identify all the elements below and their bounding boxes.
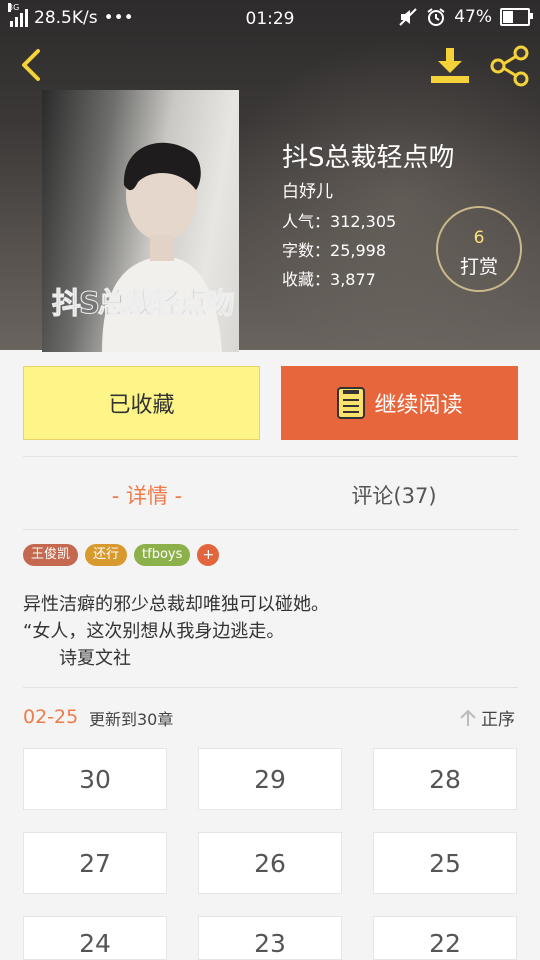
tip-count: 6 (473, 228, 485, 248)
stat-popularity: 人气：312,305 (282, 212, 397, 231)
tag-list: 王俊凯 还行 tfboys + (23, 544, 220, 566)
book-author[interactable]: 白妤儿 (282, 177, 333, 202)
add-tag-button[interactable]: + (197, 544, 220, 566)
battery-icon (500, 8, 533, 26)
chapter-button[interactable]: 25 (373, 832, 517, 894)
book-cover: 抖S总裁轻点吻 (42, 90, 239, 352)
tab-detail[interactable]: - 详情 - (23, 480, 271, 510)
arrow-up-icon (460, 709, 476, 726)
description-line: 异性洁癖的邪少总裁却唯独可以碰她。 (23, 594, 329, 615)
tag[interactable]: tfboys (134, 544, 191, 566)
tag[interactable]: 王俊凯 (23, 544, 79, 566)
tag[interactable]: 还行 (85, 544, 128, 566)
divider (23, 529, 518, 530)
mute-icon (399, 8, 417, 26)
favorited-label: 已收藏 (108, 393, 175, 418)
sort-order-button[interactable]: 正序 (459, 705, 515, 730)
tip-button[interactable]: 6 打赏 (436, 206, 522, 292)
book-title: 抖S总裁轻点吻 (282, 143, 455, 173)
chapter-button[interactable]: 27 (23, 832, 167, 894)
back-icon[interactable] (12, 45, 52, 85)
tab-comments[interactable]: 评论(37) (270, 480, 518, 510)
status-bar: 3G 28.5K/s ••• 01:29 47% (0, 0, 540, 38)
alarm-icon (427, 8, 445, 26)
favorited-button[interactable]: 已收藏 (23, 366, 260, 440)
tip-label: 打赏 (459, 256, 498, 278)
battery-percent: 47% (454, 7, 492, 27)
stat-favorites: 收藏：3,877 (282, 270, 376, 289)
update-date: 02-25 (23, 706, 79, 728)
continue-reading-button[interactable]: 继续阅读 (281, 366, 518, 440)
description-line: 诗夏文社 (59, 648, 131, 669)
cover-title: 抖S总裁轻点吻 (52, 286, 236, 321)
chapter-button[interactable]: 22 (373, 916, 517, 960)
chapter-button[interactable]: 26 (198, 832, 342, 894)
continue-reading-label: 继续阅读 (374, 393, 463, 418)
share-icon[interactable] (488, 44, 532, 88)
stat-word-count: 字数：25,998 (282, 241, 386, 260)
download-icon[interactable] (428, 45, 472, 85)
chapter-button[interactable]: 23 (198, 916, 342, 960)
divider (23, 456, 518, 457)
chapter-button[interactable]: 24 (23, 916, 167, 960)
chapter-button[interactable]: 29 (198, 748, 342, 810)
book-description: 异性洁癖的邪少总裁却唯独可以碰她。 “女人，这次别想从我身边逃走。 诗夏文社 (23, 591, 329, 672)
update-text: 更新到30章 (89, 710, 174, 729)
book-icon (337, 387, 366, 419)
chapter-button[interactable]: 30 (23, 748, 167, 810)
description-line: “女人，这次别想从我身边逃走。 (23, 621, 285, 642)
divider (23, 687, 518, 688)
chapter-button[interactable]: 28 (373, 748, 517, 810)
sort-order-label: 正序 (481, 710, 515, 730)
